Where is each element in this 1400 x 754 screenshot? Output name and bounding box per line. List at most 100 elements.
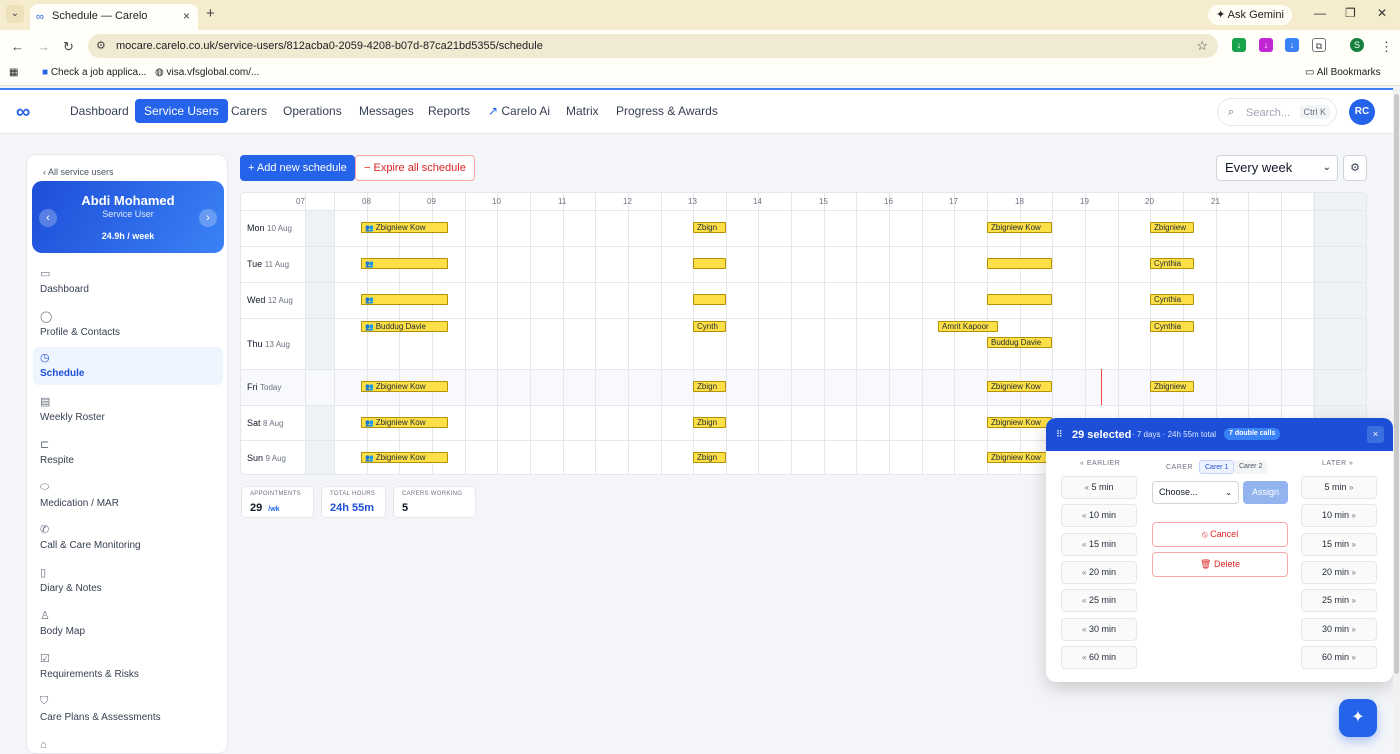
shift-earlier-button[interactable]: « 5 min <box>1061 476 1137 499</box>
bookmark-item[interactable]: ◍ visa.vfsglobal.com/... <box>155 67 259 78</box>
sidebar-item-schedule[interactable]: ◷ Schedule <box>33 347 223 385</box>
apps-grid-icon[interactable]: ▦ <box>9 67 18 78</box>
browser-menu-icon[interactable]: ⋮ <box>1380 39 1393 55</box>
forward-icon[interactable]: → <box>37 39 50 54</box>
shift-later-button[interactable]: 20 min » <box>1301 561 1377 584</box>
appointment-block[interactable]: 👥 <box>361 294 448 305</box>
bookmark-item[interactable]: ■ Check a job applica... <box>42 67 146 78</box>
appointment-block[interactable]: Cynth <box>693 321 726 332</box>
sidebar-item-medication[interactable]: ⬭ Medication / MAR <box>33 477 223 515</box>
search-input[interactable]: ⌕ Search... Ctrl K <box>1217 98 1337 126</box>
reload-icon[interactable]: ↻ <box>63 39 74 55</box>
back-icon[interactable]: ← <box>11 39 24 54</box>
scrollbar-thumb[interactable] <box>1394 94 1399 674</box>
all-bookmarks[interactable]: ▭ All Bookmarks <box>1305 67 1381 78</box>
carer-1-tab[interactable]: Carer 1 <box>1199 460 1235 474</box>
appointment-block[interactable]: 👥 Zbigniew Kow <box>361 417 448 428</box>
schedule-settings-button[interactable]: ⚙ <box>1343 155 1367 181</box>
shift-later-button[interactable]: 15 min » <box>1301 533 1377 556</box>
nav-service-users[interactable]: Service Users <box>135 99 228 123</box>
appointment-block[interactable]: Zbign <box>693 452 726 463</box>
window-close-icon[interactable]: ✕ <box>1377 6 1387 20</box>
tab-close-icon[interactable]: × <box>183 9 190 23</box>
sidebar-item-weekly-roster[interactable]: ▤ Weekly Roster <box>33 391 223 429</box>
nav-matrix[interactable]: Matrix <box>557 99 608 123</box>
bookmark-star-icon[interactable]: ☆ <box>1196 38 1208 54</box>
appointment-block[interactable] <box>987 294 1052 305</box>
appointment-block[interactable]: 👥 Zbigniew Kow <box>361 381 448 392</box>
address-bar[interactable]: ⚙ mocare.carelo.co.uk/service-users/812a… <box>88 34 1218 58</box>
shift-later-button[interactable]: 60 min » <box>1301 646 1377 669</box>
appointment-block[interactable]: 👥 <box>361 258 448 269</box>
appointment-block[interactable] <box>987 258 1052 269</box>
maximize-icon[interactable]: ❐ <box>1345 6 1356 20</box>
appointment-block[interactable]: 👥 Zbigniew Kow <box>361 222 448 233</box>
appointment-block[interactable]: Zbigniew Kow <box>987 381 1052 392</box>
appointment-block[interactable]: Zbigniew <box>1150 222 1194 233</box>
shift-later-button[interactable]: 5 min » <box>1301 476 1377 499</box>
carer-2-tab[interactable]: Carer 2 <box>1234 460 1268 474</box>
shift-later-button[interactable]: 10 min » <box>1301 504 1377 527</box>
new-tab-icon[interactable]: + <box>206 5 215 22</box>
site-settings-icon[interactable]: ⚙ <box>96 39 106 52</box>
appointment-block[interactable]: Amrit Kapoor <box>938 321 998 332</box>
appointment-block[interactable]: Buddug Davie <box>987 337 1052 348</box>
next-user-icon[interactable]: › <box>199 209 217 227</box>
sidebar-item-more[interactable]: ⌂ <box>33 735 223 753</box>
appointment-block[interactable]: Zbigniew Kow <box>987 417 1052 428</box>
profile-icon[interactable]: S <box>1350 38 1364 52</box>
nav-carelo-ai[interactable]: ↗ Carelo Ai <box>479 99 559 123</box>
page-scrollbar[interactable] <box>1393 88 1400 753</box>
nav-messages[interactable]: Messages <box>350 99 423 123</box>
shift-later-button[interactable]: 30 min » <box>1301 618 1377 641</box>
appointment-block[interactable]: Cynthia <box>1150 321 1194 332</box>
carer-select[interactable]: Choose... ⌄ <box>1152 481 1239 504</box>
shift-earlier-button[interactable]: « 20 min <box>1061 561 1137 584</box>
sidebar-item-requirements[interactable]: ☑ Requirements & Risks <box>33 648 223 686</box>
shift-earlier-button[interactable]: « 60 min <box>1061 646 1137 669</box>
sidebar-item-care-plans[interactable]: ⛉ Care Plans & Assessments <box>33 691 223 729</box>
delete-button[interactable]: 🗑 Delete <box>1152 552 1288 577</box>
nav-carers[interactable]: Carers <box>222 99 276 123</box>
ask-gemini-button[interactable]: ✦ Ask Gemini <box>1208 5 1292 25</box>
appointment-block[interactable] <box>693 258 726 269</box>
appointment-block[interactable]: Zbign <box>693 222 726 233</box>
appointment-block[interactable]: 👥 Buddug Davie <box>361 321 448 332</box>
sidebar-item-call-monitoring[interactable]: ✆ Call & Care Monitoring <box>33 519 223 557</box>
shift-earlier-button[interactable]: « 10 min <box>1061 504 1137 527</box>
expire-all-schedule-button[interactable]: − Expire all schedule <box>355 155 475 181</box>
tab-search-icon[interactable]: ⌄ <box>6 5 24 23</box>
ai-assistant-button[interactable]: ✦ <box>1339 699 1377 737</box>
appointment-block[interactable]: Cynthia <box>1150 294 1194 305</box>
shift-earlier-button[interactable]: « 15 min <box>1061 533 1137 556</box>
appointment-block[interactable]: 👥 Zbigniew Kow <box>361 452 448 463</box>
appointment-block[interactable] <box>693 294 726 305</box>
appointment-block[interactable]: Zbigniew Kow <box>987 452 1052 463</box>
cancel-button[interactable]: ⦸ Cancel <box>1152 522 1288 547</box>
shift-later-button[interactable]: 25 min » <box>1301 589 1377 612</box>
sidebar-item-profile[interactable]: ◯ Profile & Contacts <box>33 306 223 344</box>
sidebar-item-respite[interactable]: ⊏ Respite <box>33 434 223 472</box>
appointment-block[interactable]: Zbigniew Kow <box>987 222 1052 233</box>
nav-dashboard[interactable]: Dashboard <box>61 99 138 123</box>
appointment-block[interactable]: Zbign <box>693 417 726 428</box>
nav-reports[interactable]: Reports <box>419 99 479 123</box>
shift-earlier-button[interactable]: « 30 min <box>1061 618 1137 641</box>
assign-button[interactable]: Assign <box>1243 481 1288 504</box>
back-to-service-users-link[interactable]: ‹ All service users <box>43 167 114 177</box>
user-avatar[interactable]: RC <box>1349 99 1375 125</box>
close-panel-button[interactable]: × <box>1367 426 1384 443</box>
extension-icon[interactable]: ↓ <box>1259 38 1273 52</box>
extension-blue-icon[interactable]: ↓ <box>1285 38 1299 52</box>
sidebar-item-dashboard[interactable]: ▭ Dashboard <box>33 263 223 301</box>
sidebar-item-diary[interactable]: ▯ Diary & Notes <box>33 562 223 600</box>
add-new-schedule-button[interactable]: + Add new schedule <box>240 155 355 181</box>
drag-handle-icon[interactable]: ⠿ <box>1056 429 1063 440</box>
frequency-select[interactable]: Every week ⌄ <box>1216 155 1338 181</box>
browser-tab[interactable]: ∞ Schedule — Carelo × <box>30 4 198 30</box>
sidebar-item-body-map[interactable]: ♙ Body Map <box>33 605 223 643</box>
appointment-block[interactable]: Cynthia <box>1150 258 1194 269</box>
carelo-logo-icon[interactable]: ∞ <box>16 101 30 124</box>
download-extension-icon[interactable]: ↓ <box>1232 38 1246 52</box>
nav-progress-awards[interactable]: Progress & Awards <box>607 99 727 123</box>
